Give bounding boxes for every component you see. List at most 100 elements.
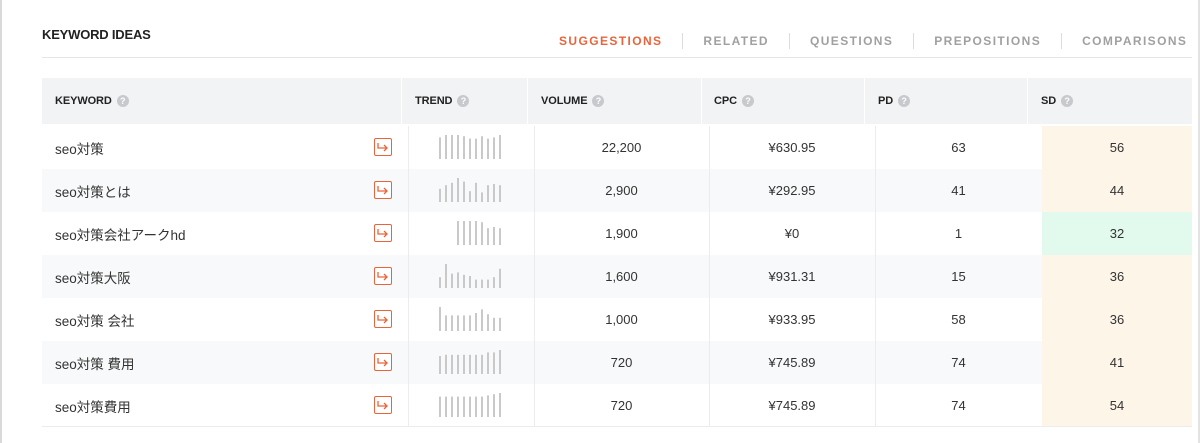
col-sd-label: SD <box>1041 95 1057 107</box>
col-trend-header[interactable]: TREND ? <box>415 78 470 124</box>
panel-left-border <box>0 0 2 443</box>
table-row[interactable]: seo対策大阪 1,600 ¥931.31 15 36 <box>42 255 1192 298</box>
keyword-cell[interactable]: seo対策 <box>55 126 104 169</box>
arrow-right-icon <box>377 186 388 195</box>
trend-bar <box>475 221 477 245</box>
pd-cell: 41 <box>951 183 966 198</box>
arrow-right-icon <box>377 143 388 152</box>
volume-cell: 22,200 <box>601 140 642 155</box>
panel-title: KEYWORD IDEAS <box>42 27 151 42</box>
sd-cell: 56 <box>1042 126 1192 169</box>
cell-divider <box>408 169 409 212</box>
trend-bar <box>493 227 495 245</box>
trend-bar <box>499 317 501 331</box>
trend-bar <box>457 396 459 417</box>
keyword-cell[interactable]: seo対策会社アークhd <box>55 212 185 255</box>
help-icon[interactable]: ? <box>898 95 911 107</box>
help-icon[interactable]: ? <box>741 95 754 107</box>
tab-suggestions[interactable]: SUGGESTIONS <box>542 33 682 49</box>
explore-keyword-button[interactable] <box>374 181 392 199</box>
explore-keyword-button[interactable] <box>374 310 392 328</box>
volume-cell: 1,000 <box>605 312 638 327</box>
header-divider <box>42 57 1192 58</box>
tab-questions[interactable]: QUESTIONS <box>789 33 913 49</box>
trend-chart <box>439 178 501 202</box>
col-volume-header[interactable]: VOLUME ? <box>541 78 605 124</box>
trend-bar <box>475 138 477 159</box>
col-cpc-header[interactable]: CPC ? <box>714 78 754 124</box>
cell-divider <box>408 384 409 427</box>
col-trend-label: TREND <box>415 95 453 107</box>
cell-divider <box>408 341 409 384</box>
tab-related[interactable]: RELATED <box>682 33 789 49</box>
table-row[interactable]: seo対策 22,200 ¥630.95 63 56 <box>42 126 1192 169</box>
keyword-cell[interactable]: seo対策 費用 <box>55 341 135 384</box>
pd-cell: 74 <box>951 355 966 370</box>
trend-bar <box>481 192 483 202</box>
tab-prepositions[interactable]: PREPOSITIONS <box>913 33 1061 49</box>
sd-cell: 44 <box>1042 169 1192 212</box>
trend-bar <box>439 137 441 159</box>
keyword-cell[interactable]: seo対策とは <box>55 169 131 212</box>
trend-bar <box>469 221 471 245</box>
trend-chart <box>439 264 501 288</box>
help-icon[interactable]: ? <box>1061 95 1074 107</box>
trend-bar <box>487 185 489 202</box>
col-keyword-label: KEYWORD <box>55 95 112 107</box>
table-row[interactable]: seo対策 会社 1,000 ¥933.95 58 36 <box>42 298 1192 341</box>
cpc-cell: ¥292.95 <box>768 183 816 198</box>
trend-bar <box>475 396 477 417</box>
column-divider <box>527 78 528 124</box>
trend-bar <box>445 264 447 288</box>
col-sd-header[interactable]: SD ? <box>1041 78 1074 124</box>
arrow-right-icon <box>377 229 388 238</box>
trend-bar <box>475 354 477 374</box>
trend-chart <box>439 135 501 159</box>
trend-bar <box>445 135 447 159</box>
col-keyword-header[interactable]: KEYWORD ? <box>55 78 129 124</box>
pd-cell: 1 <box>954 226 963 241</box>
column-divider <box>1027 78 1028 124</box>
tab-comparisons[interactable]: COMPARISONS <box>1061 33 1200 49</box>
trend-bar <box>481 354 483 374</box>
arrow-right-icon <box>377 272 388 281</box>
keyword-cell[interactable]: seo対策費用 <box>55 384 131 427</box>
keyword-cell[interactable]: seo対策 会社 <box>55 298 135 341</box>
volume-cell: 1,600 <box>605 269 638 284</box>
help-icon[interactable]: ? <box>457 95 470 107</box>
trend-bar <box>499 393 501 417</box>
trend-bar <box>481 136 483 159</box>
trend-bar <box>481 279 483 288</box>
table-row[interactable]: seo対策費用 720 ¥745.89 74 54 <box>42 384 1192 427</box>
trend-bar <box>445 185 447 202</box>
cpc-cell: ¥931.31 <box>768 269 816 284</box>
trend-chart <box>439 350 501 374</box>
trend-sparkline <box>439 255 509 298</box>
trend-bar <box>445 354 447 374</box>
explore-keyword-button[interactable] <box>374 224 392 242</box>
keyword-cell[interactable]: seo対策大阪 <box>55 255 131 298</box>
explore-keyword-button[interactable] <box>374 267 392 285</box>
explore-keyword-button[interactable] <box>374 396 392 414</box>
col-pd-header[interactable]: PD ? <box>878 78 911 124</box>
volume-cell: 2,900 <box>605 183 638 198</box>
explore-keyword-button[interactable] <box>374 138 392 156</box>
trend-bar <box>469 396 471 417</box>
trend-bar <box>469 276 471 288</box>
table-row[interactable]: seo対策とは 2,900 ¥292.95 41 44 <box>42 169 1192 212</box>
trend-bar <box>463 396 465 417</box>
pd-cell: 58 <box>951 312 966 327</box>
cpc-cell: ¥745.89 <box>768 398 816 413</box>
help-icon[interactable]: ? <box>116 95 129 107</box>
help-icon[interactable]: ? <box>592 95 605 107</box>
explore-keyword-button[interactable] <box>374 353 392 371</box>
table-row[interactable]: seo対策 費用 720 ¥745.89 74 41 <box>42 341 1192 384</box>
col-pd-label: PD <box>878 95 894 107</box>
table-row[interactable]: seo対策会社アークhd 1,900 ¥0 1 32 <box>42 212 1192 255</box>
trend-bar <box>487 352 489 374</box>
trend-bar <box>445 315 447 331</box>
trend-bar <box>457 315 459 331</box>
trend-bar <box>439 188 441 202</box>
trend-sparkline <box>439 126 509 169</box>
trend-bar <box>457 178 459 202</box>
